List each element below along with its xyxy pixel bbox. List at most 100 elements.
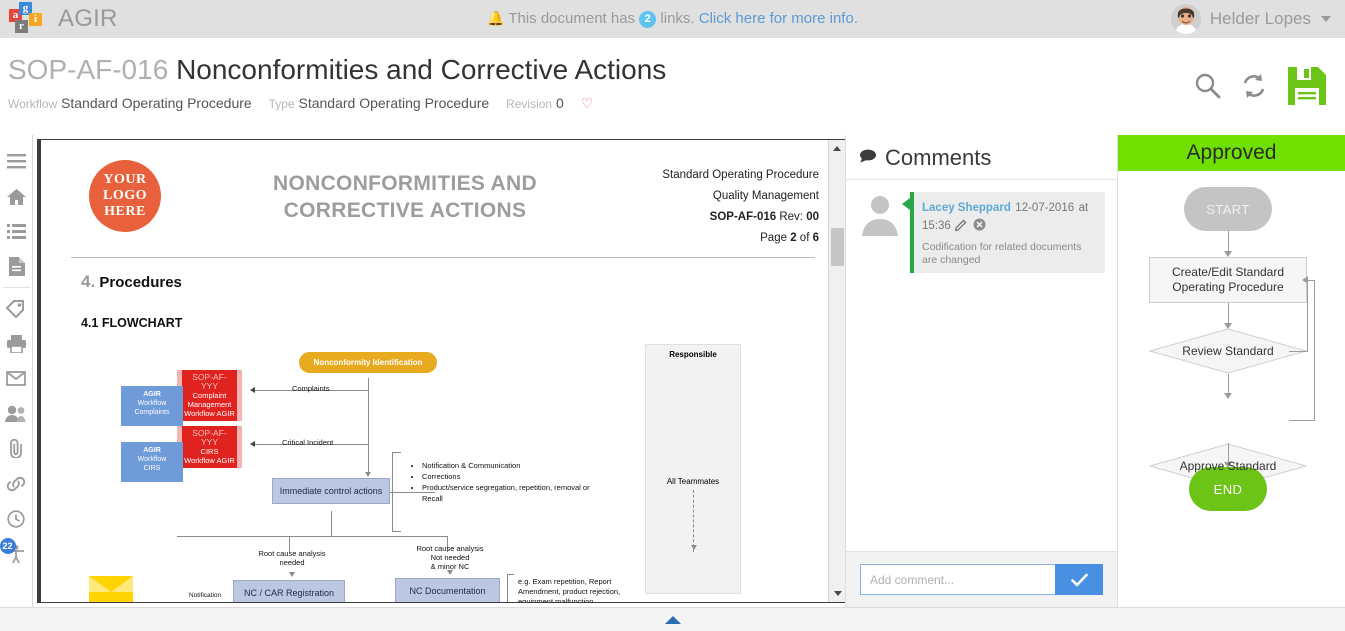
flow-label-left-l1: Root cause analysis — [258, 549, 326, 558]
document-actions — [1193, 64, 1329, 108]
flow-label-left-l2: needed — [279, 558, 305, 567]
tag-icon[interactable] — [0, 291, 33, 326]
users-icon[interactable] — [0, 396, 33, 431]
flow-envelope-icon — [89, 576, 133, 602]
comment-author[interactable]: Lacey Sheppard — [922, 202, 1011, 214]
flow-line-trunk — [368, 378, 369, 474]
workflow-node-end[interactable]: END — [1189, 467, 1267, 511]
workflow-line-1 — [1228, 231, 1229, 253]
document-flowchart: Nonconformity Identification Complaints … — [67, 344, 819, 602]
info-line-2: Quality Management — [712, 190, 819, 202]
print-icon[interactable] — [0, 326, 33, 361]
comment-time-prefix: at — [1078, 202, 1089, 214]
flow-label-critical: Critical Incident — [282, 438, 334, 447]
flow-tag-1-l1: AGIR — [143, 391, 161, 398]
logo-tile-r: r — [15, 20, 28, 33]
scroll-up-button[interactable] — [829, 140, 845, 157]
chevron-down-icon[interactable] — [1321, 16, 1331, 22]
agir-logo[interactable]: a g r i — [6, 0, 44, 38]
save-icon[interactable] — [1285, 64, 1329, 108]
scroll-down-button[interactable] — [829, 585, 845, 602]
flow-red-box-1-l3: Workflow AGIR — [184, 409, 235, 418]
link-icon[interactable] — [0, 466, 33, 501]
list-icon[interactable] — [0, 214, 33, 249]
flow-tag-2-l1: AGIR — [143, 447, 161, 454]
info-rev-label: Rev: — [779, 211, 803, 223]
flow-brace-note — [507, 574, 514, 602]
search-icon[interactable] — [1193, 71, 1223, 101]
workflow-node-process[interactable]: Create/Edit Standard Operating Procedure — [1149, 257, 1307, 303]
comment-date: 12-07-2016 — [1015, 202, 1075, 214]
comment-meta: Lacey Sheppard 12-07-2016 at 15:36 — [922, 198, 1097, 236]
flow-note-examples: e.g. Exam repetition, Report Amendment, … — [518, 577, 621, 603]
flow-tag-2-l2: Workflow — [137, 456, 167, 463]
home-icon[interactable] — [0, 179, 33, 214]
submit-comment-button[interactable] — [1055, 564, 1103, 595]
page-header: YOUR LOGO HERE NONCONFORMITIES AND CORRE… — [67, 160, 819, 249]
rail-divider — [2, 287, 30, 288]
add-comment-input[interactable] — [860, 564, 1055, 595]
delete-comment-icon[interactable] — [973, 218, 986, 235]
document-viewer: YOUR LOGO HERE NONCONFORMITIES AND CORRE… — [37, 139, 845, 603]
workflow-node-start[interactable]: START — [1184, 187, 1272, 231]
flow-red-box-1-l1: Complaint — [192, 391, 227, 400]
flow-tag-2-l3: CIRS — [143, 465, 161, 472]
page-title: SOP-AF-016 Nonconformities and Correctiv… — [8, 52, 1345, 88]
comment-time: 15:36 — [922, 220, 951, 232]
logo-line-3: HERE — [104, 204, 146, 219]
info-page-label: Page — [760, 232, 787, 244]
flow-red-box-1: SOP-AF-YYY Complaint Management Workflow… — [177, 370, 242, 421]
avatar — [1170, 4, 1201, 34]
workflow-line-2 — [1228, 303, 1229, 325]
flow-label-right-l2: Not needed — [430, 553, 470, 562]
comments-panel: Comments Lacey Sheppard 12-07-2016 at 15… — [845, 135, 1117, 607]
flow-responsible-arrow — [691, 545, 697, 550]
section-title: Procedures — [99, 274, 182, 291]
accessibility-icon[interactable]: 22 — [0, 536, 33, 571]
menu-icon[interactable] — [0, 144, 33, 179]
document-page: YOUR LOGO HERE NONCONFORMITIES AND CORRE… — [41, 140, 845, 602]
edit-comment-icon[interactable] — [955, 218, 972, 235]
flow-label-right-branch: Root cause analysis Not needed & minor N… — [405, 544, 495, 571]
user-name: Helder Lopes — [1209, 9, 1311, 28]
chevron-down-icon — [833, 591, 842, 596]
comment-bubble-icon — [860, 149, 877, 168]
flow-label-notification: Notification — [189, 592, 222, 599]
history-icon[interactable] — [0, 501, 33, 536]
workflow-node-review[interactable]: Review Standard — [1149, 328, 1307, 374]
flow-node-car: NC / CAR Registration — [233, 580, 345, 602]
workflow-value: Standard Operating Procedure — [61, 95, 252, 111]
scrollbar-thumb[interactable] — [831, 228, 844, 266]
document-scrollbar[interactable] — [828, 140, 845, 602]
mail-icon[interactable] — [0, 361, 33, 396]
user-menu[interactable]: Helder Lopes — [1170, 4, 1331, 34]
revision-label: Revision — [506, 97, 553, 111]
expand-panel-arrow-icon[interactable] — [664, 615, 681, 624]
favorite-heart-icon[interactable]: ♡ — [581, 95, 594, 111]
flow-red-box-2: SOP-AF-YYY CIRS Workflow AGIR — [177, 426, 242, 468]
flow-label-left-branch: Root cause analysis needed — [247, 549, 337, 567]
flow-red-box-2-l1: CIRS — [200, 447, 219, 456]
flow-arrow-complaints — [250, 387, 255, 393]
banner-more-info-link[interactable]: Click here for more info. — [699, 10, 858, 27]
workflow-label: Workflow — [8, 97, 58, 111]
workflow-line-loop-1 — [1307, 280, 1308, 351]
document-icon[interactable] — [0, 249, 33, 284]
info-code: SOP-AF-016 — [709, 211, 777, 223]
workflow-node-approve-label: Approve Standard — [1179, 459, 1277, 473]
main-content: 22 YOUR LOGO HERE NONCONFORMITIES AND CO… — [0, 135, 1345, 607]
flow-arrow-critical — [250, 441, 255, 447]
flow-brace-bullets — [392, 452, 401, 532]
workflow-arrow-loop — [1302, 276, 1308, 284]
flow-arrow-right-branch — [447, 570, 453, 575]
attachment-icon[interactable] — [0, 431, 33, 466]
page-doc-info: Standard Operating Procedure Quality Man… — [649, 160, 819, 249]
comments-title: Comments — [885, 145, 992, 170]
page-divider — [71, 257, 815, 258]
bottom-bar — [0, 607, 1345, 631]
workflow-panel: Approved START Create/Edit Standard Oper… — [1117, 135, 1345, 607]
refresh-icon[interactable] — [1239, 71, 1269, 101]
flow-tag-1-l3: Complaints — [134, 409, 170, 416]
company-logo-placeholder: YOUR LOGO HERE — [89, 160, 161, 232]
info-line-1: Standard Operating Procedure — [662, 169, 819, 181]
